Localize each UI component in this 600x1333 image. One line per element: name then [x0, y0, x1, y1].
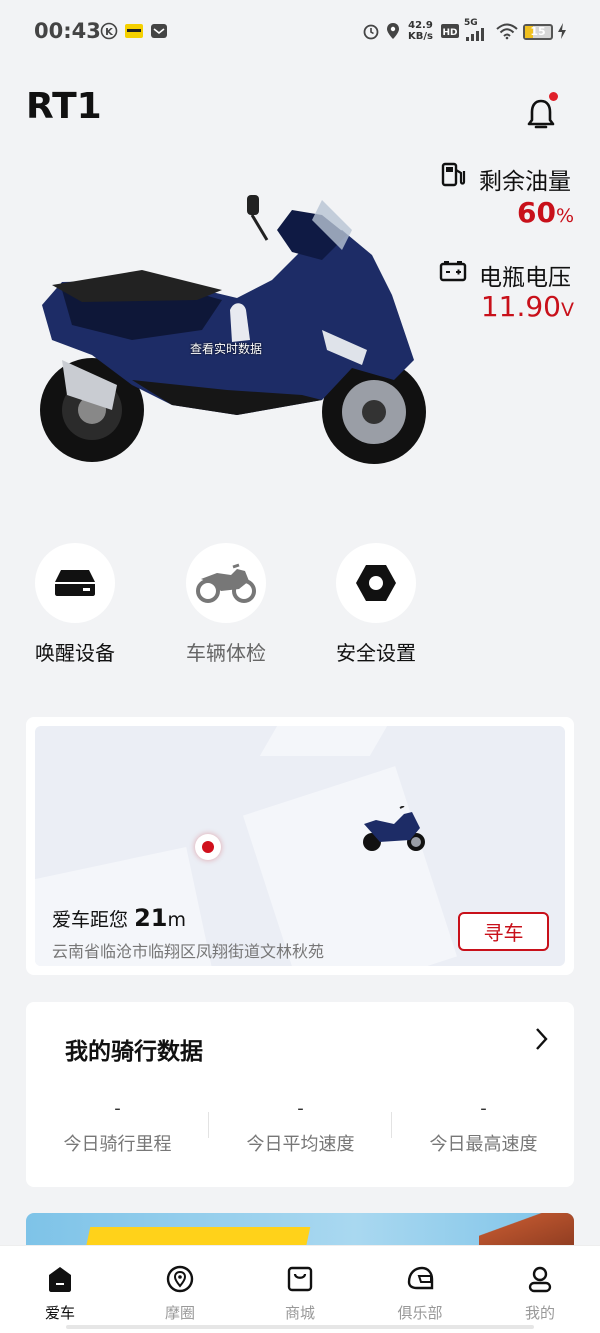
vehicle-check-label: 车辆体检	[186, 641, 266, 665]
today-distance-stat: - 今日骑行里程	[26, 1098, 209, 1156]
message-icon	[151, 24, 167, 38]
nav-label: 俱乐部	[397, 1304, 443, 1322]
nav-my-vehicle[interactable]: 爱车	[15, 1264, 105, 1323]
today-avg-speed-value: -	[297, 1098, 304, 1119]
stat-divider	[391, 1112, 392, 1138]
shopping-bag-icon	[287, 1266, 313, 1292]
distance-value: 21	[134, 904, 168, 932]
ride-data-card[interactable]: 我的骑行数据 - 今日骑行里程 - 今日平均速度 - 今日最高速度	[26, 1002, 574, 1187]
voltage-value-display: 11.90V	[481, 290, 574, 323]
nav-label: 我的	[524, 1304, 555, 1322]
today-distance-value: -	[114, 1098, 121, 1119]
ride-data-title: 我的骑行数据	[65, 1039, 203, 1065]
svg-text:K: K	[105, 27, 114, 38]
distance-unit: m	[167, 909, 186, 931]
today-max-speed-label: 今日最高速度	[429, 1134, 538, 1155]
security-settings-label: 安全设置	[336, 641, 416, 665]
today-avg-speed-label: 今日平均速度	[246, 1134, 355, 1155]
nav-label: 商城	[284, 1304, 315, 1322]
nav-moto-circle[interactable]: 摩圈	[135, 1264, 225, 1323]
network-speed-unit: KB/s	[408, 31, 433, 42]
wake-device-action[interactable]: 唤醒设备	[35, 543, 115, 666]
hex-nut-icon	[356, 565, 396, 601]
location-status-icon	[387, 23, 399, 39]
notification-dot	[549, 92, 558, 101]
security-settings-action[interactable]: 安全设置	[336, 543, 416, 666]
realtime-data-hint[interactable]: 查看实时数据	[190, 340, 262, 357]
nav-profile[interactable]: 我的	[495, 1264, 585, 1323]
explore-icon	[166, 1265, 194, 1293]
user-icon	[528, 1266, 552, 1293]
k-app-icon: K	[100, 22, 118, 40]
notification-bell-icon[interactable]	[524, 96, 558, 132]
battery-level: 15	[530, 25, 546, 38]
voltage-label: 电瓶电压	[479, 265, 571, 291]
home-indicator[interactable]	[66, 1325, 534, 1329]
find-vehicle-button[interactable]: 寻车	[458, 912, 549, 951]
wifi-icon	[496, 23, 518, 40]
today-distance-label: 今日骑行里程	[63, 1134, 172, 1155]
charging-icon	[558, 23, 566, 39]
my-location-marker	[195, 834, 221, 860]
vehicle-map-marker[interactable]	[360, 806, 426, 854]
fuel-value-display: 60%	[517, 196, 574, 229]
vehicle-address: 云南省临沧市临翔区凤翔街道文林秋苑	[52, 942, 325, 961]
security-settings-button[interactable]	[336, 543, 416, 623]
distance-prefix: 爱车距您	[52, 909, 129, 931]
nav-label: 摩圈	[164, 1304, 195, 1322]
motorcycle-image[interactable]	[22, 190, 432, 480]
stat-divider	[208, 1112, 209, 1138]
fuel-label: 剩余油量	[479, 169, 571, 195]
motorcycle-icon	[196, 563, 256, 603]
network-speed-value: 42.9	[408, 20, 433, 31]
network-speed: 42.9 KB/s	[408, 20, 433, 42]
home-icon	[49, 1267, 71, 1292]
wake-device-label: 唤醒设备	[35, 641, 115, 665]
vehicle-check-action[interactable]: 车辆体检	[186, 543, 266, 666]
voltage-value: 11.90	[480, 290, 561, 323]
today-max-speed-stat: - 今日最高速度	[392, 1098, 575, 1156]
signal-icon	[466, 28, 484, 41]
hd-icon: HD	[441, 24, 459, 38]
status-bar: 00:43 K 42.9 KB/s HD 5G 15	[0, 0, 600, 62]
network-type: 5G	[464, 18, 478, 28]
wake-device-button[interactable]	[35, 543, 115, 623]
bottom-navigation: 爱车 摩圈 商城 俱乐部 我的	[0, 1245, 600, 1333]
fuel-unit: %	[555, 205, 574, 227]
nav-club[interactable]: 俱乐部	[375, 1264, 465, 1323]
voltage-unit: V	[561, 299, 574, 321]
distance-info: 爱车距您 21m	[52, 904, 186, 932]
vehicle-title: RT1	[26, 86, 102, 127]
battery-indicator: 15	[523, 24, 553, 40]
alarm-icon	[363, 24, 379, 40]
today-avg-speed-stat: - 今日平均速度	[209, 1098, 392, 1156]
nav-label: 爱车	[44, 1304, 75, 1322]
fuel-icon	[441, 162, 466, 187]
svg-text:HD: HD	[442, 28, 457, 38]
helmet-icon	[407, 1266, 434, 1290]
device-icon	[55, 570, 95, 596]
battery-voltage-icon	[439, 261, 467, 282]
today-max-speed-value: -	[480, 1098, 487, 1119]
chevron-right-icon[interactable]	[531, 1026, 551, 1052]
app-notification-icon	[125, 24, 143, 38]
nav-shop[interactable]: 商城	[255, 1264, 345, 1323]
fuel-value: 60	[516, 196, 556, 229]
vehicle-check-button[interactable]	[186, 543, 266, 623]
status-time: 00:43	[34, 19, 101, 43]
